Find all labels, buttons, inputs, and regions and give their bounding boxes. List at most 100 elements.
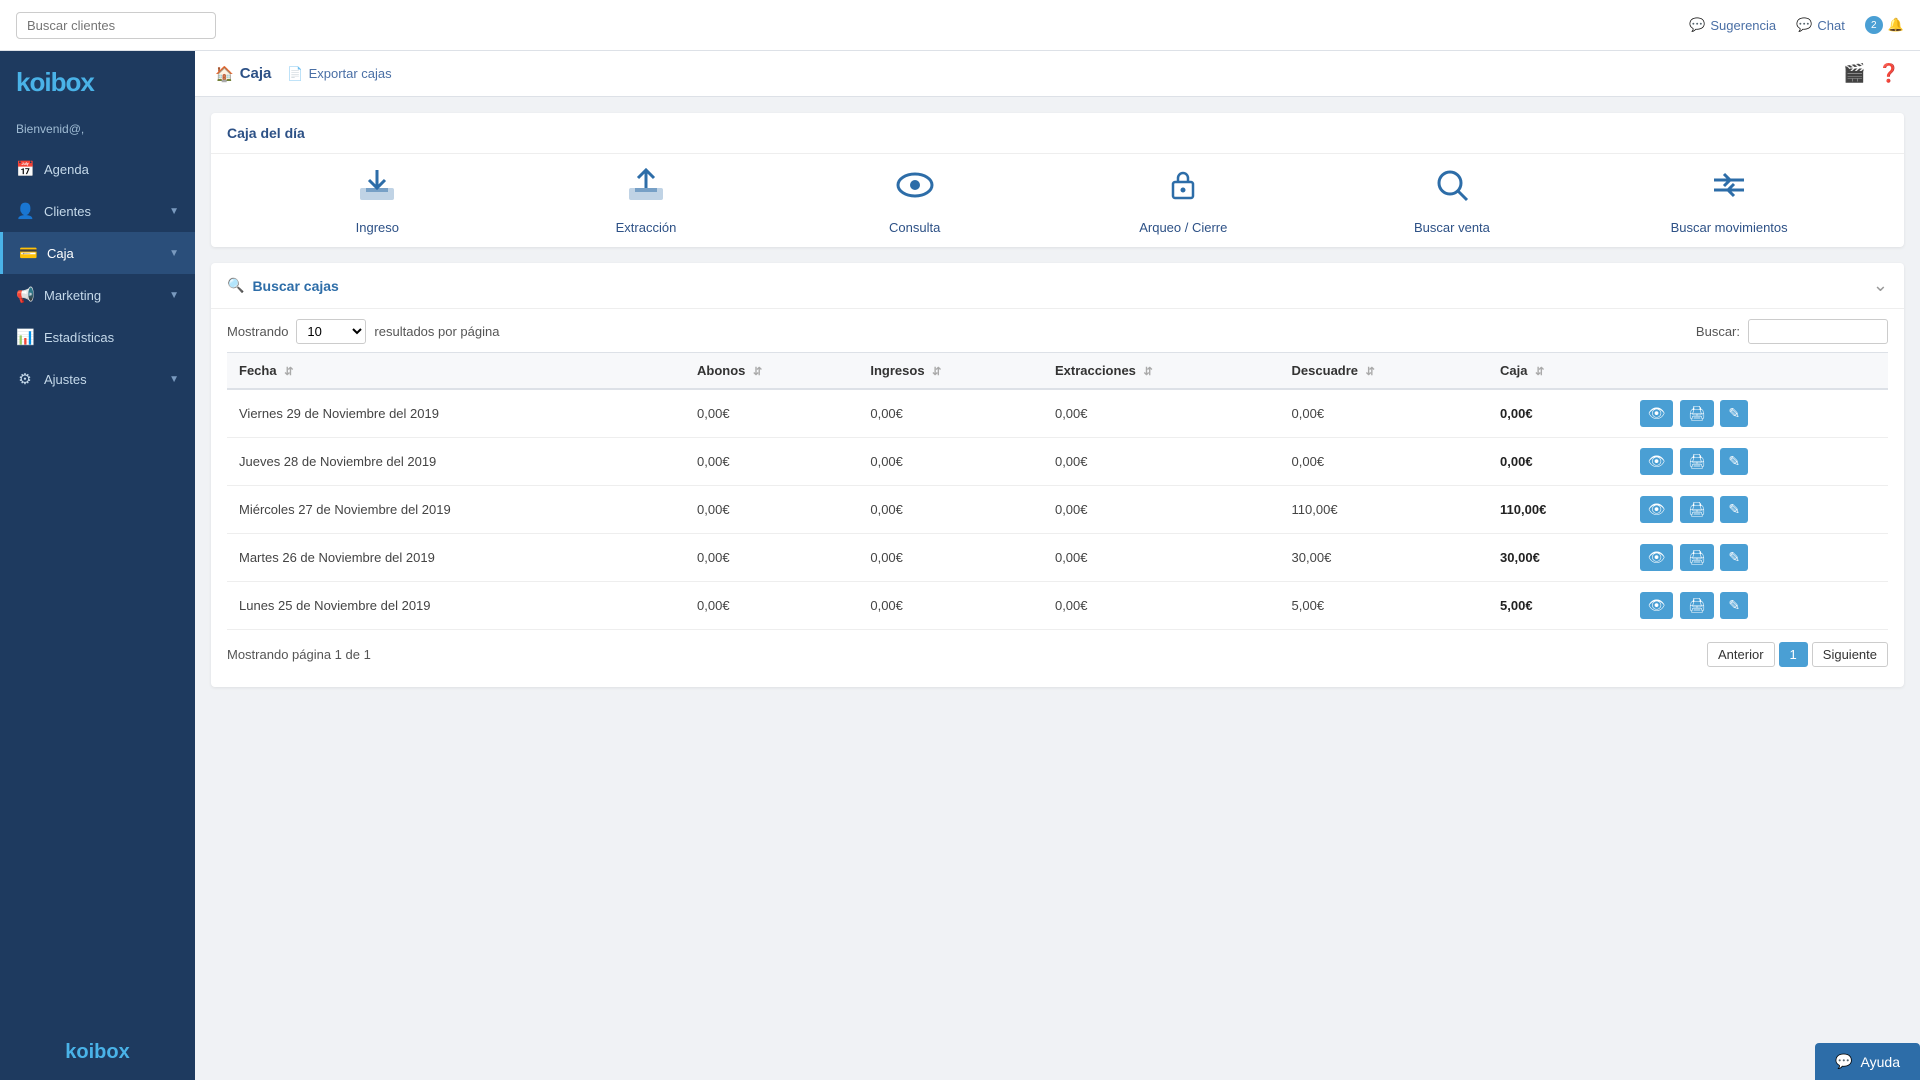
cell-fecha: Miércoles 27 de Noviembre del 2019 [227, 486, 685, 534]
col-fecha[interactable]: Fecha ⇵ [227, 353, 685, 390]
chevron-down-icon: ▼ [169, 290, 179, 301]
cell-fecha: Jueves 28 de Noviembre del 2019 [227, 438, 685, 486]
prev-button[interactable]: Anterior [1707, 642, 1775, 667]
export-label: Exportar cajas [309, 66, 392, 81]
cell-actions: 👁 🖨 ✎ [1625, 389, 1888, 438]
pagination-controls: Anterior 1 Siguiente [1707, 642, 1888, 667]
cell-actions: 👁 🖨 ✎ [1625, 486, 1888, 534]
col-abonos[interactable]: Abonos ⇵ [685, 353, 858, 390]
caja-header-icon: 🏠 [215, 65, 234, 83]
edit-button-2[interactable]: ✎ [1720, 496, 1748, 523]
arqueo-label: Arqueo / Cierre [1139, 220, 1227, 235]
arqueo-icon [1164, 166, 1202, 212]
view-button-1[interactable]: 👁 [1640, 448, 1674, 475]
sidebar-item-label: Marketing [44, 288, 159, 303]
col-extracciones[interactable]: Extracciones ⇵ [1043, 353, 1280, 390]
col-descuadre[interactable]: Descuadre ⇵ [1280, 353, 1489, 390]
cell-caja: 0,00€ [1488, 438, 1625, 486]
extraccion-button[interactable]: Extracción [596, 166, 696, 235]
video-icon[interactable]: 🎬 [1843, 63, 1865, 84]
pagination-info: Mostrando página 1 de 1 [227, 647, 371, 662]
ingreso-button[interactable]: Ingreso [327, 166, 427, 235]
collapse-icon[interactable]: ⌄ [1873, 275, 1888, 296]
ayuda-icon: 💬 [1835, 1053, 1852, 1070]
buscar-movimientos-button[interactable]: Buscar movimientos [1671, 166, 1788, 235]
suggestion-link[interactable]: 💬 Sugerencia [1689, 17, 1776, 33]
ayuda-button[interactable]: 💬 Ayuda [1815, 1043, 1920, 1080]
pagination: Mostrando página 1 de 1 Anterior 1 Sigui… [227, 630, 1888, 671]
per-page-select[interactable]: 10 25 50 100 [296, 319, 366, 344]
search-input[interactable] [16, 12, 216, 39]
consulta-button[interactable]: Consulta [865, 166, 965, 235]
table-controls-left: Mostrando 10 25 50 100 resultados por pá… [227, 319, 499, 344]
sidebar-item-label: Estadísticas [44, 330, 179, 345]
search-cajas-label: Buscar cajas [252, 278, 338, 294]
cell-descuadre: 5,00€ [1280, 582, 1489, 630]
cell-caja: 5,00€ [1488, 582, 1625, 630]
view-button-0[interactable]: 👁 [1640, 400, 1674, 427]
sidebar-user: Bienvenid@, [0, 114, 195, 148]
cell-abonos: 0,00€ [685, 438, 858, 486]
edit-button-1[interactable]: ✎ [1720, 448, 1748, 475]
table-row: Jueves 28 de Noviembre del 2019 0,00€ 0,… [227, 438, 1888, 486]
sidebar-item-estadisticas[interactable]: 📊 Estadísticas [0, 316, 195, 358]
view-button-3[interactable]: 👁 [1640, 544, 1674, 571]
cell-actions: 👁 🖨 ✎ [1625, 534, 1888, 582]
cell-fecha: Viernes 29 de Noviembre del 2019 [227, 389, 685, 438]
buscar-venta-button[interactable]: Buscar venta [1402, 166, 1502, 235]
arqueo-button[interactable]: Arqueo / Cierre [1133, 166, 1233, 235]
print-button-4[interactable]: 🖨 [1680, 592, 1714, 619]
ingreso-label: Ingreso [356, 220, 399, 235]
table-row: Lunes 25 de Noviembre del 2019 0,00€ 0,0… [227, 582, 1888, 630]
view-button-4[interactable]: 👁 [1640, 592, 1674, 619]
action-row: Ingreso Extracción [211, 154, 1904, 247]
chat-label: Chat [1817, 18, 1844, 33]
cell-ingresos: 0,00€ [858, 389, 1043, 438]
ingreso-icon [358, 166, 396, 212]
edit-button-3[interactable]: ✎ [1720, 544, 1748, 571]
cell-abonos: 0,00€ [685, 534, 858, 582]
logo-text: koibox [16, 67, 94, 98]
sidebar-item-caja[interactable]: 💳 Caja ▼ [0, 232, 195, 274]
print-button-2[interactable]: 🖨 [1680, 496, 1714, 523]
cell-caja: 0,00€ [1488, 389, 1625, 438]
sidebar-item-agenda[interactable]: 📅 Agenda [0, 148, 195, 190]
layout: koibox Bienvenid@, 📅 Agenda 👤 Clientes ▼… [0, 51, 1920, 1080]
search-cajas-icon: 🔍 [227, 277, 244, 294]
table-section: Mostrando 10 25 50 100 resultados por pá… [211, 309, 1904, 687]
consulta-label: Consulta [889, 220, 940, 235]
sidebar-item-label: Caja [47, 246, 159, 261]
cell-extracciones: 0,00€ [1043, 438, 1280, 486]
export-button[interactable]: 📄 Exportar cajas [287, 66, 391, 82]
edit-button-0[interactable]: ✎ [1720, 400, 1748, 427]
consulta-icon [896, 166, 934, 212]
col-ingresos[interactable]: Ingresos ⇵ [858, 353, 1043, 390]
sidebar-item-clientes[interactable]: 👤 Clientes ▼ [0, 190, 195, 232]
chevron-down-icon: ▼ [169, 206, 179, 217]
print-button-1[interactable]: 🖨 [1680, 448, 1714, 475]
footer-logo: koibox [65, 1041, 129, 1064]
next-button[interactable]: Siguiente [1812, 642, 1888, 667]
cell-extracciones: 0,00€ [1043, 389, 1280, 438]
sidebar-item-marketing[interactable]: 📢 Marketing ▼ [0, 274, 195, 316]
search-table-label: Buscar: [1696, 324, 1740, 339]
export-icon: 📄 [287, 66, 303, 82]
table-search-input[interactable] [1748, 319, 1888, 344]
chat-link[interactable]: 💬 Chat [1796, 17, 1845, 33]
cell-ingresos: 0,00€ [858, 486, 1043, 534]
sidebar-item-label: Clientes [44, 204, 159, 219]
notification-button[interactable]: 2 🔔 [1865, 16, 1904, 34]
print-button-0[interactable]: 🖨 [1680, 400, 1714, 427]
help-icon[interactable]: ❓ [1878, 63, 1900, 84]
page-1-button[interactable]: 1 [1779, 642, 1808, 667]
agenda-icon: 📅 [16, 160, 34, 178]
print-button-3[interactable]: 🖨 [1680, 544, 1714, 571]
data-table: Fecha ⇵ Abonos ⇵ Ingresos ⇵ Extracciones… [227, 352, 1888, 630]
cell-ingresos: 0,00€ [858, 534, 1043, 582]
edit-button-4[interactable]: ✎ [1720, 592, 1748, 619]
col-caja[interactable]: Caja ⇵ [1488, 353, 1625, 390]
sidebar-item-ajustes[interactable]: ⚙ Ajustes ▼ [0, 358, 195, 400]
cell-descuadre: 0,00€ [1280, 389, 1489, 438]
buscar-venta-icon [1433, 166, 1471, 212]
view-button-2[interactable]: 👁 [1640, 496, 1674, 523]
